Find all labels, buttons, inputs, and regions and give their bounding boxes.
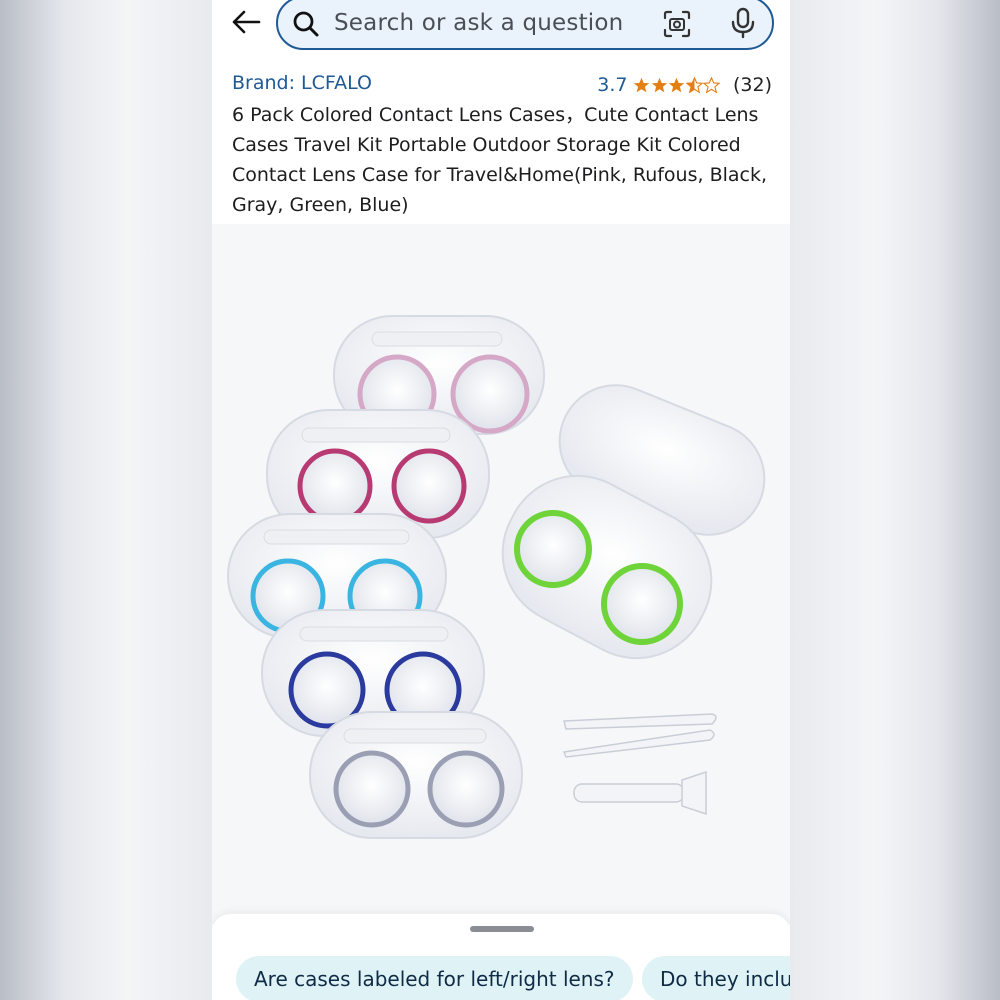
brand-link[interactable]: Brand: LCFALO [232,72,372,94]
microphone-icon[interactable] [728,7,758,39]
question-chip-left-right[interactable]: Are cases labeled for left/right lens? [236,956,633,1000]
top-bar: Search or ask a question [212,0,790,52]
camera-scan-icon[interactable] [662,9,692,39]
star-full-icon [651,77,668,92]
search-input[interactable]: Search or ask a question [334,10,623,36]
product-title: 6 Pack Colored Contact Lens Cases，Cute C… [232,104,768,216]
product-page: Search or ask a question Brand: LCFALO 3… [212,0,790,1000]
questions-sheet: Are cases labeled for left/right lens? D… [212,914,790,1000]
lens-case-gray [309,711,523,839]
rating-stars [633,76,721,94]
rating-value: 3.7 [597,74,628,96]
star-empty-icon [703,76,721,94]
background-left [0,0,212,1000]
star-full-icon [634,77,650,92]
contact-lens-cases-photo [227,315,766,839]
back-arrow-icon [232,10,261,34]
sheet-drag-handle[interactable] [470,926,534,932]
question-chip-include[interactable]: Do they inclu [642,956,790,1000]
rating-summary[interactable]: 3.7 (32) [597,72,772,98]
star-full-icon [669,77,685,92]
tweezers [562,713,717,758]
brand-rating-row: Brand: LCFALO 3.7 (32) [232,72,772,98]
back-button[interactable] [228,6,264,38]
product-image[interactable] [212,224,790,924]
background-right [790,0,1000,1000]
search-bar[interactable]: Search or ask a question [276,0,774,50]
star-half-icon [685,76,703,94]
search-icon [293,11,319,37]
lens-remover-tool [573,770,707,816]
rating-count: (32) [732,74,772,96]
